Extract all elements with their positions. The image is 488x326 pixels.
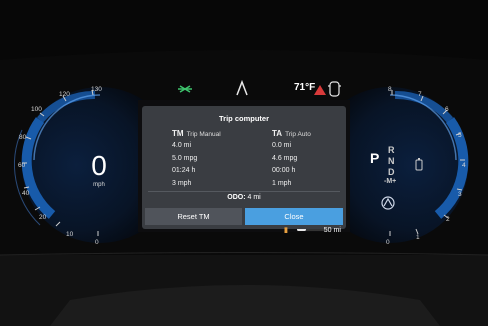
trip-computer-title: Trip computer [218, 114, 269, 123]
trip-manual-name: Trip Manual [186, 131, 221, 138]
power-tick-3: 3 [458, 191, 462, 198]
gear-d: D [388, 167, 395, 177]
reset-tm-button[interactable]: Reset TM [145, 208, 242, 225]
gear-manual: -M+ [384, 178, 397, 185]
trip-computer-panel: Trip computer TM Trip Manual 4.0 mi 5.0 m… [142, 106, 346, 229]
trip-auto-column: TA Trip Auto 0.0 mi 4.6 mpg 00:00 h 1 mph [272, 129, 362, 192]
power-tick-2: 2 [446, 216, 450, 223]
fuel-range-value: 50 mi [323, 227, 341, 234]
speed-tick-130: 130 [91, 86, 102, 93]
speed-tick-20: 20 [39, 214, 47, 221]
trip-auto-name: Trip Auto [285, 131, 311, 138]
speed-tick-0: 0 [95, 239, 99, 246]
speed-tick-120: 120 [59, 91, 70, 98]
power-tick-4: 4 [462, 162, 466, 169]
trip-auto-time: 00:00 h [272, 167, 296, 174]
close-button[interactable]: Close [245, 208, 343, 225]
speed-tick-100: 100 [31, 106, 42, 113]
power-tick-0: 0 [386, 239, 390, 246]
odometer: ODO: 4 mi [142, 194, 346, 201]
speed-tick-80: 80 [19, 134, 27, 141]
power-tick-6: 6 [445, 106, 449, 113]
power-tick-5: 5 [458, 132, 462, 139]
gear-n: N [388, 156, 395, 166]
trip-auto-distance: 0.0 mi [272, 142, 292, 149]
odometer-divider [148, 191, 340, 192]
speed-tick-10: 10 [66, 231, 74, 238]
speed-value: 0 [91, 150, 107, 181]
trip-auto-header: TA Trip Auto [272, 129, 362, 138]
power-tick-8: 8 [388, 86, 392, 93]
speed-tick-60: 60 [18, 162, 26, 169]
fuel-range: ▮ 50 mi [284, 226, 341, 234]
trip-manual-economy: 5.0 mpg [172, 154, 198, 162]
speed-tick-40: 40 [22, 190, 30, 197]
fuel-pump-icon: ▮ [284, 227, 288, 234]
selected-gear: P [370, 150, 380, 166]
outside-temperature: 71°F [294, 82, 316, 93]
trip-manual-time: 01:24 h [172, 167, 196, 174]
trip-manual-distance: 4.0 mi [172, 142, 192, 149]
power-tick-1: 1 [416, 234, 420, 241]
trip-manual-header: TM Trip Manual [172, 129, 262, 138]
trip-manual-column: TM Trip Manual 4.0 mi 5.0 mpg 01:24 h 3 m… [172, 129, 262, 192]
speed-unit: mph [93, 182, 105, 188]
trip-auto-economy: 4.6 mpg [272, 154, 298, 162]
odometer-value: 4 mi [247, 194, 261, 201]
gear-r: R [388, 145, 395, 155]
trip-manual-code: TM [172, 129, 184, 138]
trip-auto-code: TA [272, 129, 283, 138]
odometer-label: ODO: [227, 194, 246, 201]
power-tick-7: 7 [418, 91, 422, 98]
